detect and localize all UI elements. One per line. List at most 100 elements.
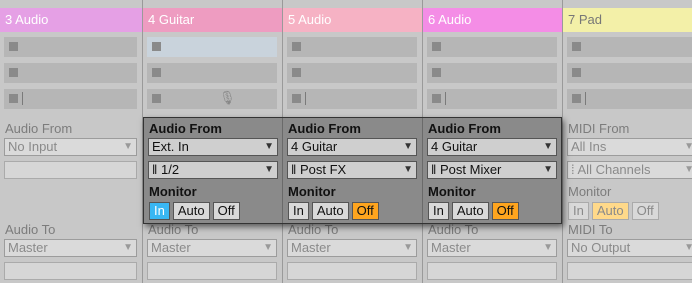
clip-stop-icon[interactable] bbox=[152, 94, 161, 103]
divider bbox=[305, 92, 306, 105]
clip-stop-icon[interactable] bbox=[292, 42, 301, 51]
dropdown-value: Master bbox=[151, 240, 191, 255]
dropdown-value: All Ins bbox=[571, 139, 607, 154]
chevron-down-icon: ▼ bbox=[684, 162, 692, 178]
clip-slot[interactable] bbox=[567, 63, 692, 83]
midi-to-dropdown[interactable]: No Output ▼ bbox=[567, 239, 692, 257]
audio-to-label: Audio To bbox=[148, 222, 199, 237]
chevron-down-icon: ▼ bbox=[123, 141, 133, 152]
input-channel-dropdown[interactable]: ‖ Post FX ▼ bbox=[287, 161, 417, 179]
audio-to-dropdown[interactable]: Master ▼ bbox=[147, 239, 277, 257]
monitor-in-button[interactable]: In bbox=[428, 202, 449, 220]
clip-stop-icon[interactable] bbox=[572, 68, 581, 77]
output-channel-dropdown bbox=[4, 262, 137, 280]
monitor-label: Monitor bbox=[149, 184, 197, 199]
audio-from-dropdown[interactable]: Ext. In ▼ bbox=[148, 138, 278, 156]
monitor-in-button[interactable]: In bbox=[288, 202, 309, 220]
monitor-in-button[interactable]: In bbox=[568, 202, 589, 220]
input-channel-icon: ‖ bbox=[152, 162, 161, 177]
monitor-off-button[interactable]: Off bbox=[631, 202, 659, 220]
clip-stop-icon[interactable] bbox=[9, 68, 18, 77]
monitor-auto-button[interactable]: Auto bbox=[591, 202, 629, 220]
clip-slot[interactable] bbox=[287, 37, 417, 57]
audio-to-dropdown[interactable]: Master ▼ bbox=[287, 239, 417, 257]
chevron-down-icon: ▼ bbox=[543, 141, 553, 152]
audio-to-dropdown[interactable]: Master ▼ bbox=[4, 239, 137, 257]
track-header[interactable]: 7 Pad bbox=[563, 8, 692, 32]
track-header[interactable]: 5 Audio bbox=[283, 8, 422, 32]
clip-slot[interactable] bbox=[567, 37, 692, 57]
monitor-label: Monitor bbox=[428, 184, 476, 199]
monitor-auto-button[interactable]: Auto bbox=[311, 202, 349, 220]
chevron-down-icon: ▼ bbox=[263, 242, 273, 253]
divider bbox=[445, 92, 446, 105]
microphone-icon[interactable]: 🎙 bbox=[219, 90, 236, 106]
midi-channel-dropdown[interactable]: ⁞ All Channels▼ bbox=[567, 161, 692, 179]
dropdown-value: Master bbox=[8, 240, 48, 255]
audio-from-dropdown[interactable]: No Input ▼ bbox=[4, 138, 137, 156]
clip-slot[interactable] bbox=[287, 63, 417, 83]
clip-slot[interactable] bbox=[4, 37, 137, 57]
track-header[interactable]: 6 Audio bbox=[423, 8, 562, 32]
monitor-off-button[interactable]: Off bbox=[491, 202, 519, 220]
divider bbox=[585, 92, 586, 105]
input-channel-dropdown[interactable]: ‖ Post Mixer ▼ bbox=[427, 161, 557, 179]
dropdown-value: 4 Guitar bbox=[291, 139, 338, 154]
clip-stop-icon[interactable] bbox=[9, 94, 18, 103]
clip-stop-icon[interactable] bbox=[432, 68, 441, 77]
output-channel-dropdown bbox=[427, 262, 557, 280]
clip-slot[interactable] bbox=[4, 63, 137, 83]
dropdown-value: Master bbox=[431, 240, 471, 255]
routing-section-5-audio: Audio From 4 Guitar ▼ ‖ Post FX ▼ Monitor … bbox=[283, 118, 422, 223]
midi-from-dropdown[interactable]: All Ins ▼ bbox=[567, 138, 692, 156]
clip-stop-icon[interactable] bbox=[9, 42, 18, 51]
session-mixer: 3 Audio Audio From No Input ▼ Audio To Ma… bbox=[0, 0, 692, 283]
dropdown-value: Ext. In bbox=[152, 139, 189, 154]
audio-to-label: Audio To bbox=[428, 222, 479, 237]
monitor-auto-button[interactable]: Auto bbox=[451, 202, 489, 220]
audio-from-label: Audio From bbox=[288, 121, 361, 136]
clip-slot[interactable] bbox=[427, 63, 557, 83]
input-channel-dropdown[interactable]: ‖ 1/2 ▼ bbox=[148, 161, 278, 179]
routing-section-6-audio: Audio From 4 Guitar ▼ ‖ Post Mixer ▼ Monit… bbox=[423, 118, 562, 223]
clip-stop-icon[interactable] bbox=[432, 42, 441, 51]
monitor-off-button[interactable]: Off bbox=[212, 202, 240, 220]
audio-to-dropdown[interactable]: Master ▼ bbox=[427, 239, 557, 257]
arm-slot[interactable]: 🎙 bbox=[147, 89, 277, 109]
arm-slot[interactable] bbox=[287, 89, 417, 109]
monitor-in-button[interactable]: In bbox=[149, 202, 170, 220]
divider bbox=[22, 92, 23, 105]
clip-stop-icon[interactable] bbox=[572, 42, 581, 51]
arm-slot[interactable] bbox=[567, 89, 692, 109]
chevron-down-icon: ▼ bbox=[123, 242, 133, 253]
audio-from-dropdown[interactable]: 4 Guitar ▼ bbox=[287, 138, 417, 156]
clip-stop-icon[interactable] bbox=[572, 94, 581, 103]
clip-stop-icon[interactable] bbox=[292, 68, 301, 77]
monitor-auto-button[interactable]: Auto bbox=[172, 202, 210, 220]
output-channel-dropdown bbox=[287, 262, 417, 280]
dropdown-value: 1/2 bbox=[160, 162, 180, 177]
clip-slot[interactable] bbox=[147, 37, 277, 57]
monitor-buttons: In Auto Off bbox=[149, 202, 240, 220]
dropdown-value: Master bbox=[291, 240, 331, 255]
monitor-off-button[interactable]: Off bbox=[351, 202, 379, 220]
clip-stop-icon[interactable] bbox=[152, 42, 161, 51]
chevron-down-icon: ▼ bbox=[543, 164, 553, 175]
track-header[interactable]: 3 Audio bbox=[0, 8, 142, 32]
clip-stop-icon[interactable] bbox=[152, 68, 161, 77]
input-channel-icon: ‖ bbox=[431, 162, 440, 177]
monitor-buttons: In Auto Off bbox=[428, 202, 519, 220]
clip-slot[interactable] bbox=[147, 63, 277, 83]
clip-stop-icon[interactable] bbox=[432, 94, 441, 103]
clip-stop-icon[interactable] bbox=[292, 94, 301, 103]
chevron-down-icon: ▼ bbox=[264, 164, 274, 175]
track-header[interactable]: 4 Guitar bbox=[143, 8, 282, 32]
clip-slot[interactable] bbox=[427, 37, 557, 57]
monitor-buttons: In Auto Off bbox=[568, 202, 659, 220]
audio-from-dropdown[interactable]: 4 Guitar ▼ bbox=[427, 138, 557, 156]
chevron-down-icon: ▼ bbox=[543, 242, 553, 253]
output-channel-dropdown bbox=[567, 262, 692, 280]
arm-slot[interactable] bbox=[4, 89, 137, 109]
dropdown-value: All Channels bbox=[577, 162, 651, 177]
arm-slot[interactable] bbox=[427, 89, 557, 109]
